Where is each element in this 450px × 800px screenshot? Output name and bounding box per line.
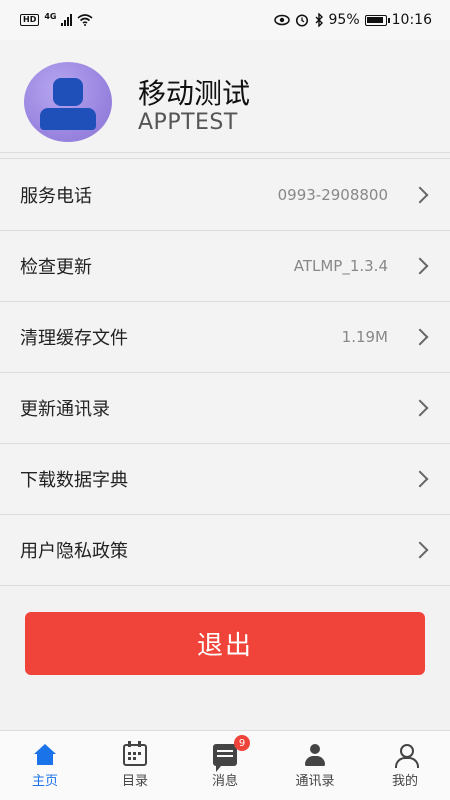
clock: 10:16 bbox=[391, 12, 432, 28]
profile-name: 移动测试 bbox=[138, 77, 251, 110]
menu-item-value: ATLMP_1.3.4 bbox=[293, 257, 388, 275]
menu-item-download-dictionary[interactable]: 下载数据字典 bbox=[0, 444, 450, 515]
message-badge: 9 bbox=[234, 735, 250, 751]
menu-item-clear-cache[interactable]: 清理缓存文件 1.19M bbox=[0, 302, 450, 373]
battery-icon bbox=[364, 14, 390, 26]
network-type: 4G bbox=[44, 11, 57, 21]
hd-indicator: HD bbox=[20, 14, 40, 26]
profile-icon bbox=[393, 743, 419, 768]
menu-item-label: 检查更新 bbox=[20, 257, 92, 278]
tab-label: 消息 bbox=[211, 773, 238, 789]
status-right: 95% 10:16 bbox=[273, 12, 432, 28]
tab-home[interactable]: 主页 bbox=[0, 731, 90, 800]
settings-list: 服务电话 0993-2908800 检查更新 ATLMP_1.3.4 清理缓存文… bbox=[0, 160, 450, 586]
menu-item-label: 服务电话 bbox=[20, 186, 92, 207]
tab-messages[interactable]: 9 消息 bbox=[180, 731, 270, 800]
menu-item-service-phone[interactable]: 服务电话 0993-2908800 bbox=[0, 160, 450, 231]
menu-item-update-contacts[interactable]: 更新通讯录 bbox=[0, 373, 450, 444]
signal-icon bbox=[61, 14, 73, 26]
chevron-right-icon bbox=[411, 257, 429, 275]
menu-item-label: 用户隐私政策 bbox=[20, 541, 128, 562]
battery-percent: 95% bbox=[328, 12, 360, 28]
menu-item-privacy-policy[interactable]: 用户隐私政策 bbox=[0, 515, 450, 586]
tab-label: 我的 bbox=[391, 773, 418, 789]
tab-label: 目录 bbox=[121, 773, 148, 789]
profile-subtitle: APPTEST bbox=[138, 110, 238, 135]
chevron-right-icon bbox=[411, 328, 429, 346]
wifi-icon bbox=[77, 14, 94, 26]
status-left: HD 4G bbox=[20, 11, 94, 26]
logout-button[interactable]: 退出 bbox=[25, 612, 425, 675]
chevron-right-icon bbox=[411, 399, 429, 417]
menu-item-label: 清理缓存文件 bbox=[20, 328, 128, 349]
calendar-icon bbox=[123, 740, 147, 766]
tab-label: 主页 bbox=[31, 773, 58, 789]
message-icon bbox=[213, 743, 237, 772]
alarm-icon bbox=[295, 14, 308, 27]
status-bar: HD 4G 95% 10:16 bbox=[0, 0, 450, 40]
divider bbox=[0, 158, 450, 159]
tab-contacts[interactable]: 通讯录 bbox=[270, 731, 360, 800]
home-icon bbox=[33, 743, 57, 766]
tab-catalog[interactable]: 目录 bbox=[90, 731, 180, 800]
tab-label: 通讯录 bbox=[295, 773, 335, 789]
menu-item-check-update[interactable]: 检查更新 ATLMP_1.3.4 bbox=[0, 231, 450, 302]
bluetooth-icon bbox=[315, 13, 323, 27]
user-avatar-icon[interactable] bbox=[24, 62, 112, 142]
chevron-right-icon bbox=[411, 186, 429, 204]
chevron-right-icon bbox=[411, 470, 429, 488]
menu-item-label: 更新通讯录 bbox=[20, 399, 110, 420]
tab-mine[interactable]: 我的 bbox=[360, 731, 450, 800]
contacts-icon bbox=[303, 743, 327, 766]
menu-item-label: 下载数据字典 bbox=[20, 470, 128, 491]
eye-icon bbox=[273, 14, 290, 26]
menu-item-value: 1.19M bbox=[341, 328, 388, 346]
bottom-tab-bar: 主页 目录 9 消息 通讯录 我的 bbox=[0, 730, 450, 800]
menu-item-value: 0993-2908800 bbox=[277, 186, 388, 204]
profile-header[interactable]: 移动测试 APPTEST bbox=[0, 40, 450, 152]
divider bbox=[0, 152, 450, 153]
chevron-right-icon bbox=[411, 541, 429, 559]
